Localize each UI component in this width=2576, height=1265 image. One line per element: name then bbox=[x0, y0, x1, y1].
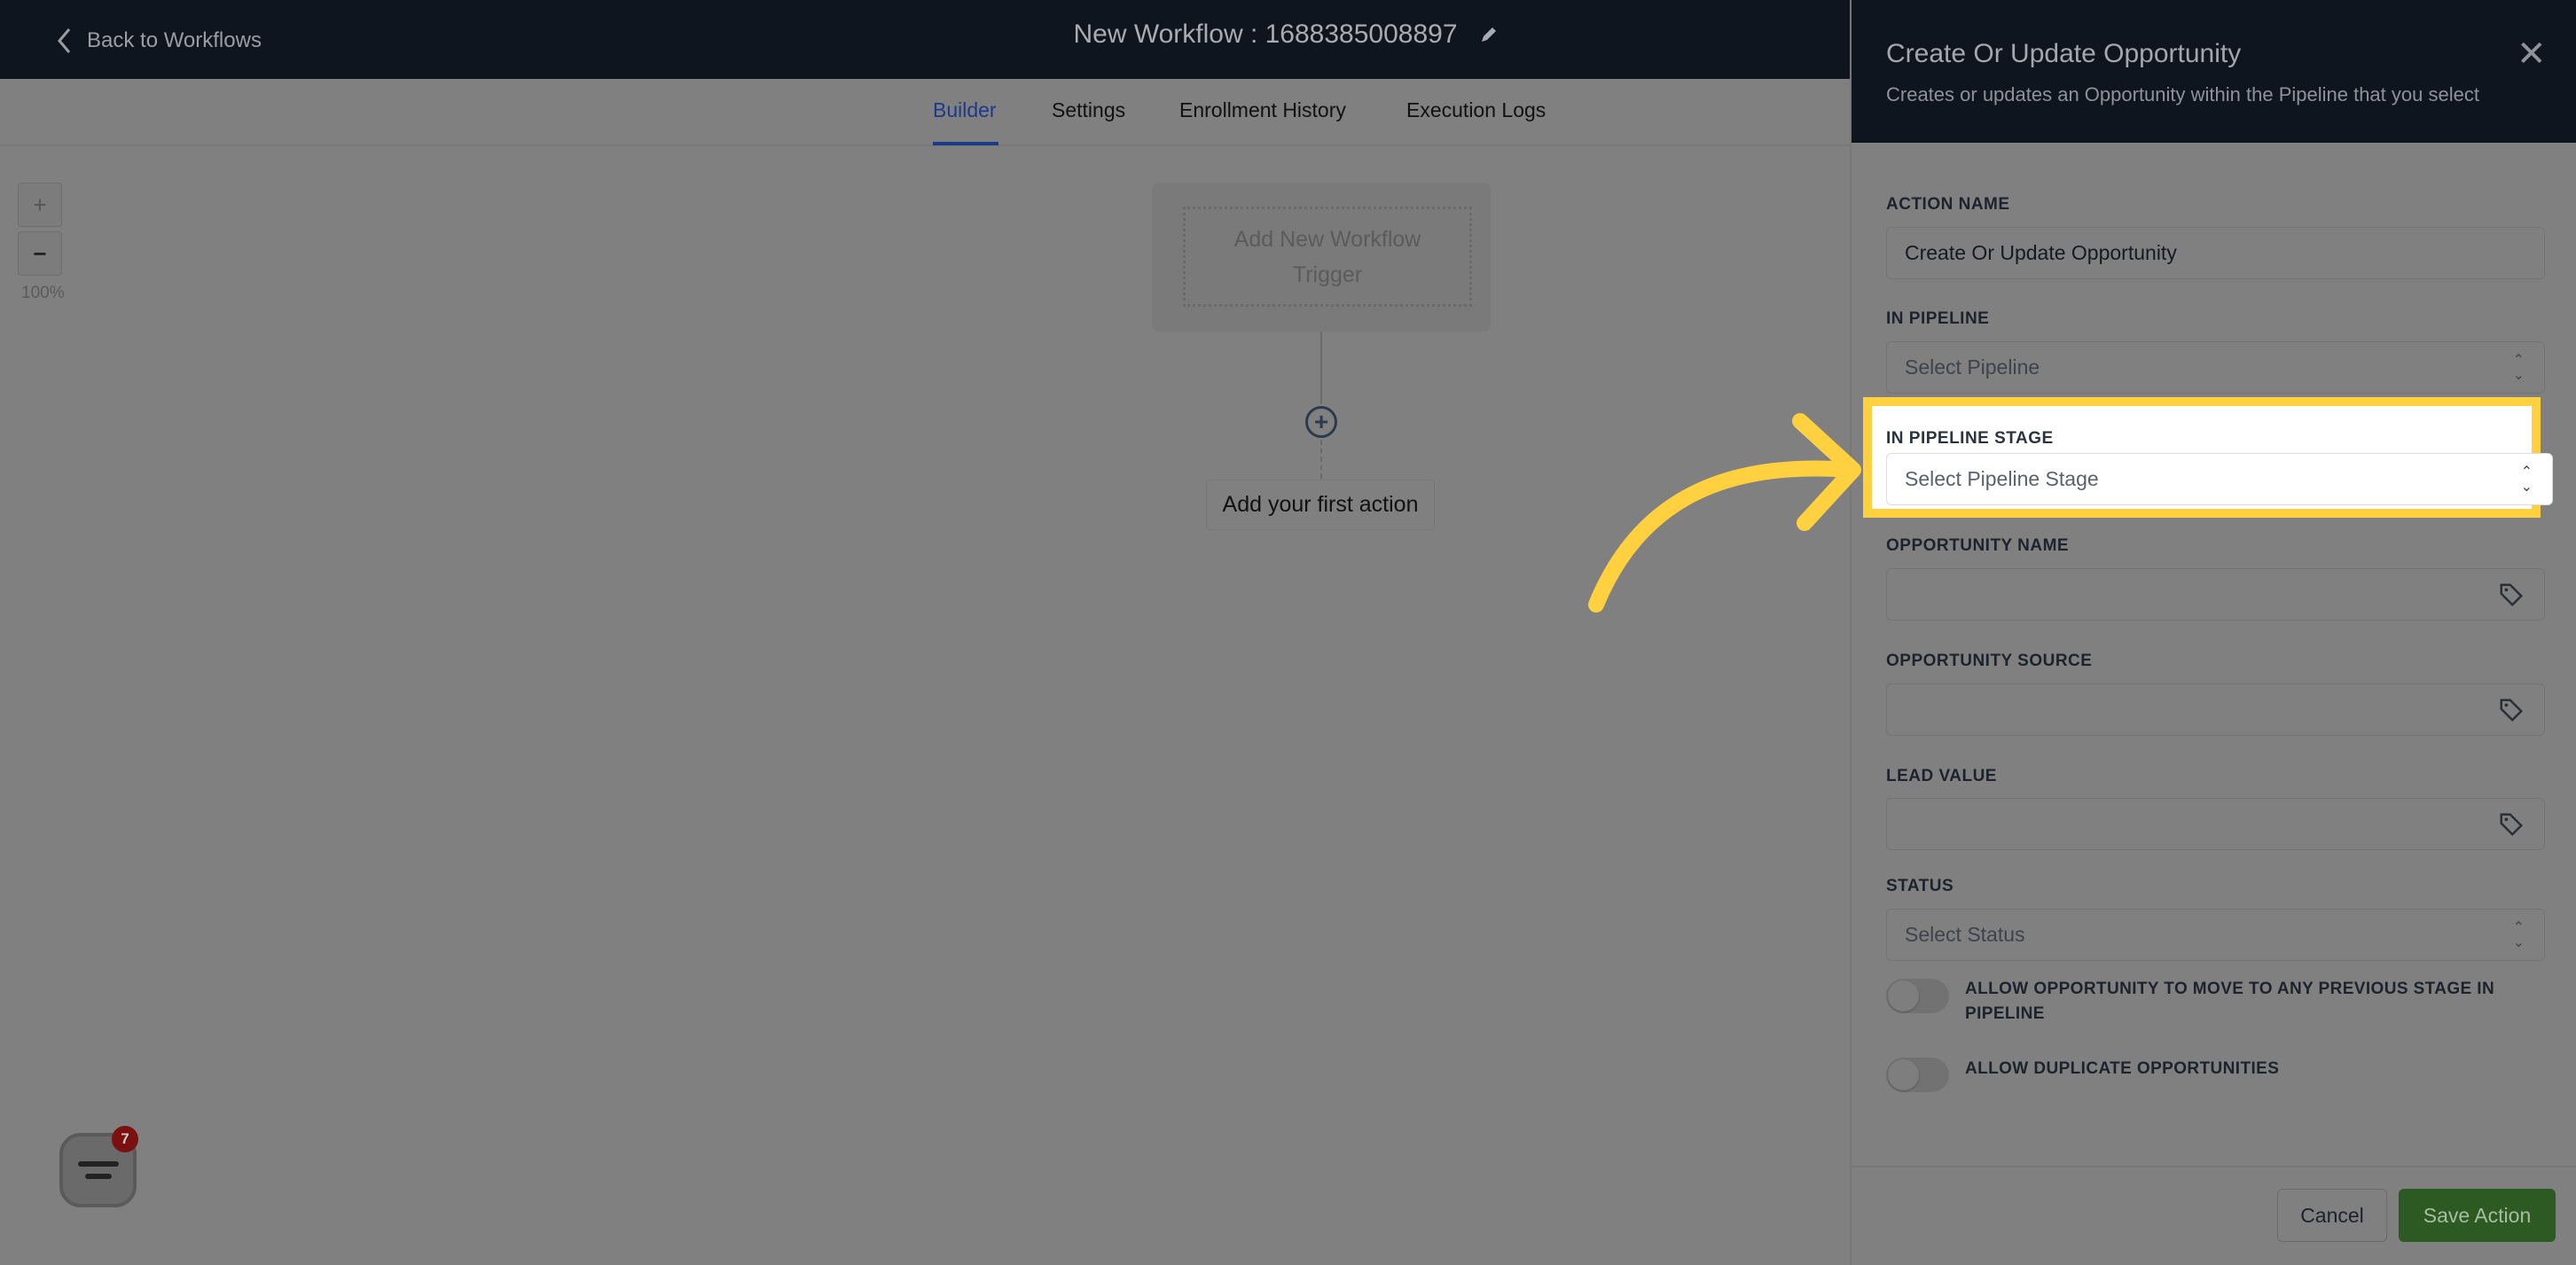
back-label: Back to Workflows bbox=[87, 28, 262, 52]
status-select[interactable]: Select Status ⌃ ⌄ bbox=[1886, 909, 2545, 961]
action-name-label: ACTION NAME bbox=[1886, 195, 2010, 214]
dashed-connector bbox=[1320, 440, 1322, 479]
allow-previous-stage-toggle[interactable] bbox=[1886, 979, 1949, 1013]
pipeline-select[interactable]: Select Pipeline ⌃ ⌄ bbox=[1886, 341, 2545, 394]
add-trigger-button[interactable]: Add New Workflow Trigger bbox=[1183, 207, 1472, 307]
tag-icon[interactable] bbox=[2498, 697, 2525, 723]
opportunity-source-label: OPPORTUNITY SOURCE bbox=[1886, 652, 2093, 670]
active-tab-indicator bbox=[933, 142, 998, 145]
pipeline-stage-label: IN PIPELINE STAGE bbox=[1886, 429, 2054, 448]
chevron-left-icon bbox=[58, 28, 71, 53]
workflow-title-text: New Workflow : 1688385008897 bbox=[1073, 20, 1458, 49]
lead-value-input[interactable] bbox=[1886, 798, 2545, 850]
notification-badge: 7 bbox=[112, 1126, 138, 1152]
opportunity-name-label: OPPORTUNITY NAME bbox=[1886, 536, 2070, 555]
allow-duplicates-label: ALLOW DUPLICATE OPPORTUNITIES bbox=[1965, 1059, 2280, 1078]
footer-divider bbox=[1852, 1166, 2576, 1167]
close-icon[interactable]: ✕ bbox=[2517, 34, 2547, 74]
tag-icon[interactable] bbox=[2498, 811, 2525, 838]
zoom-level: 100% bbox=[21, 284, 65, 302]
status-label: STATUS bbox=[1886, 877, 1954, 895]
tag-icon[interactable] bbox=[2498, 582, 2525, 608]
pencil-icon[interactable] bbox=[1479, 25, 1499, 44]
tab-builder[interactable]: Builder bbox=[933, 98, 997, 122]
pipeline-stage-placeholder: Select Pipeline Stage bbox=[1905, 467, 2099, 490]
tab-settings[interactable]: Settings bbox=[1052, 98, 1125, 122]
pipeline-label: IN PIPELINE bbox=[1886, 309, 1990, 328]
opportunity-source-input[interactable] bbox=[1886, 683, 2545, 736]
highlight-box: IN PIPELINE STAGE Select Pipeline Stage ⌃… bbox=[1863, 397, 2553, 518]
allow-duplicates-toggle[interactable] bbox=[1886, 1058, 1949, 1092]
add-action-plus-icon[interactable]: + bbox=[1305, 406, 1337, 438]
chat-icon-line bbox=[77, 1161, 119, 1167]
zoom-out-button[interactable]: − bbox=[18, 231, 62, 276]
zoom-in-button[interactable]: + bbox=[18, 183, 62, 227]
status-placeholder: Select Status bbox=[1905, 923, 2025, 946]
action-panel: Create Or Update Opportunity Creates or … bbox=[1850, 0, 2576, 1265]
opportunity-name-input[interactable] bbox=[1886, 568, 2545, 621]
panel-header: Create Or Update Opportunity Creates or … bbox=[1852, 0, 2576, 143]
lead-value-label: LEAD VALUE bbox=[1886, 767, 1997, 785]
pipeline-placeholder: Select Pipeline bbox=[1905, 355, 2040, 379]
panel-subtitle: Creates or updates an Opportunity within… bbox=[1886, 83, 2479, 105]
chevron-up-down-icon: ⌃ ⌄ bbox=[2512, 353, 2525, 383]
panel-title: Create Or Update Opportunity bbox=[1886, 39, 2242, 68]
action-name-input[interactable]: Create Or Update Opportunity bbox=[1886, 227, 2545, 279]
pipeline-stage-select[interactable]: Select Pipeline Stage ⌃ ⌄ bbox=[1886, 453, 2553, 505]
chevron-up-down-icon: ⌃ ⌄ bbox=[2512, 920, 2525, 950]
action-name-value: Create Or Update Opportunity bbox=[1905, 241, 2177, 264]
cancel-button[interactable]: Cancel bbox=[2277, 1189, 2387, 1242]
add-first-action-button[interactable]: Add your first action bbox=[1206, 480, 1435, 530]
tab-execution-logs[interactable]: Execution Logs bbox=[1406, 98, 1546, 122]
chat-icon-line bbox=[84, 1174, 112, 1179]
allow-previous-stage-label: ALLOW OPPORTUNITY TO MOVE TO ANY PREVIOU… bbox=[1965, 980, 2495, 1023]
save-action-button[interactable]: Save Action bbox=[2399, 1189, 2556, 1242]
workflow-title: New Workflow : 1688385008897 bbox=[975, 20, 1596, 50]
connector-line bbox=[1320, 332, 1322, 404]
chevron-up-down-icon: ⌃ ⌄ bbox=[2520, 465, 2533, 495]
tab-bar: Builder Settings Enrollment History Exec… bbox=[0, 79, 1850, 146]
tab-enrollment-history[interactable]: Enrollment History bbox=[1179, 98, 1346, 122]
back-to-workflows-link[interactable]: Back to Workflows bbox=[57, 23, 262, 59]
